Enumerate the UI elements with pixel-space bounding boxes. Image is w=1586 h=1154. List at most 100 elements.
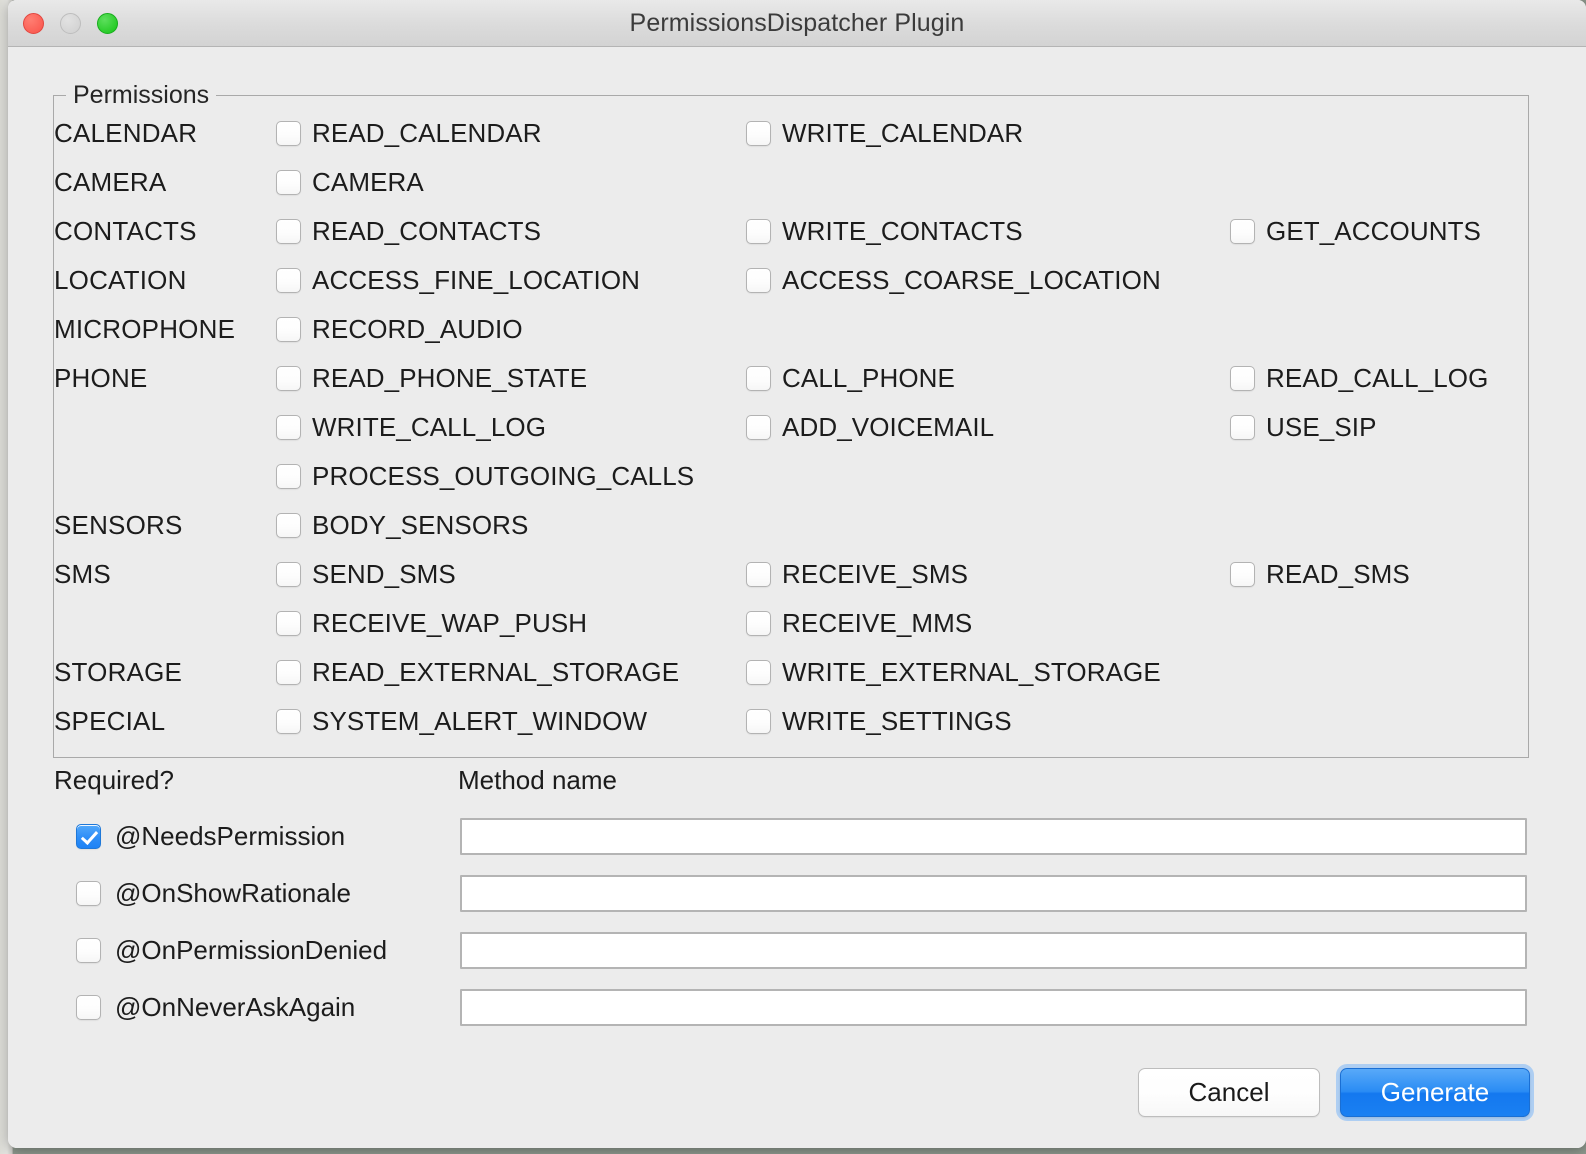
permission-checkbox-access-coarse-location[interactable]: ACCESS_COARSE_LOCATION — [746, 265, 1230, 296]
annotation-label: @OnPermissionDenied — [115, 935, 388, 965]
method-name-input-3[interactable] — [460, 932, 1527, 969]
checkbox-icon[interactable] — [276, 660, 301, 685]
permission-checkbox-get-accounts[interactable]: GET_ACCOUNTS — [1230, 216, 1520, 247]
permission-group-label: MICROPHONE — [54, 314, 236, 344]
checkbox-icon[interactable] — [1230, 415, 1255, 440]
dialog-buttons: Cancel Generate — [1138, 1068, 1530, 1117]
annotation-row: @OnPermissionDenied — [8, 922, 1586, 979]
checkbox-icon[interactable] — [76, 995, 101, 1020]
annotation-row: @OnShowRationale — [8, 865, 1586, 922]
checkbox-icon[interactable] — [1230, 219, 1255, 244]
permission-checkbox-write-call-log[interactable]: WRITE_CALL_LOG — [276, 412, 746, 443]
permission-label: PROCESS_OUTGOING_CALLS — [312, 461, 695, 491]
annotation-label: @OnShowRationale — [115, 878, 351, 908]
checkbox-icon[interactable] — [276, 611, 301, 636]
permission-checkbox-send-sms[interactable]: SEND_SMS — [276, 559, 746, 590]
cancel-button[interactable]: Cancel — [1138, 1068, 1320, 1117]
permission-checkbox-record-audio[interactable]: RECORD_AUDIO — [276, 314, 746, 345]
permission-row: WRITE_CALL_LOG ADD_VOICEMAIL USE_SIP — [54, 403, 1524, 452]
permission-checkbox-process-outgoing-calls[interactable]: PROCESS_OUTGOING_CALLS — [276, 461, 746, 492]
permission-label: BODY_SENSORS — [312, 510, 529, 540]
annotation-checkbox-onpermissiondenied[interactable]: @OnPermissionDenied — [76, 935, 387, 966]
permission-checkbox-read-external-storage[interactable]: READ_EXTERNAL_STORAGE — [276, 657, 746, 688]
window-title: PermissionsDispatcher Plugin — [629, 9, 965, 37]
permission-label: READ_CONTACTS — [312, 216, 542, 246]
checkbox-icon[interactable] — [276, 366, 301, 391]
permission-label: WRITE_CALENDAR — [782, 118, 1024, 148]
permission-label: RECEIVE_WAP_PUSH — [312, 608, 588, 638]
annotation-checkbox-onshowrationale[interactable]: @OnShowRationale — [76, 878, 351, 909]
permission-checkbox-read-sms[interactable]: READ_SMS — [1230, 559, 1520, 590]
checkbox-icon[interactable] — [76, 881, 101, 906]
checkbox-icon[interactable] — [276, 464, 301, 489]
permission-row: CALENDAR READ_CALENDAR WRITE_CALENDAR — [54, 109, 1524, 158]
checkbox-icon[interactable] — [276, 170, 301, 195]
permission-row: LOCATION ACCESS_FINE_LOCATION ACCESS_COARS… — [54, 256, 1524, 305]
permission-checkbox-receive-wap-push[interactable]: RECEIVE_WAP_PUSH — [276, 608, 746, 639]
permission-checkbox-body-sensors[interactable]: BODY_SENSORS — [276, 510, 746, 541]
checkbox-icon[interactable] — [746, 660, 771, 685]
permission-checkbox-write-contacts[interactable]: WRITE_CONTACTS — [746, 216, 1230, 247]
checkbox-icon[interactable] — [746, 268, 771, 293]
permission-label: CAMERA — [312, 167, 424, 197]
permission-checkbox-write-calendar[interactable]: WRITE_CALENDAR — [746, 118, 1230, 149]
method-name-input-1[interactable] — [460, 818, 1527, 855]
checkbox-icon[interactable] — [276, 268, 301, 293]
checkbox-icon[interactable] — [276, 121, 301, 146]
checkbox-icon[interactable] — [746, 709, 771, 734]
checkbox-icon[interactable] — [276, 562, 301, 587]
permission-checkbox-call-phone[interactable]: CALL_PHONE — [746, 363, 1230, 394]
required-column-header: Required? — [54, 765, 174, 795]
permission-label: READ_PHONE_STATE — [312, 363, 588, 393]
checkbox-icon[interactable] — [76, 824, 101, 849]
checkbox-icon[interactable] — [276, 709, 301, 734]
permission-label: GET_ACCOUNTS — [1266, 216, 1482, 246]
checkbox-icon[interactable] — [746, 121, 771, 146]
permission-group-label: CONTACTS — [54, 216, 197, 246]
permission-checkbox-use-sip[interactable]: USE_SIP — [1230, 412, 1520, 443]
annotation-row: @NeedsPermission — [8, 808, 1586, 865]
permission-checkbox-access-fine-location[interactable]: ACCESS_FINE_LOCATION — [276, 265, 746, 296]
permission-label: READ_EXTERNAL_STORAGE — [312, 657, 680, 687]
annotation-checkbox-onneveraskagain[interactable]: @OnNeverAskAgain — [76, 992, 355, 1023]
permission-checkbox-camera[interactable]: CAMERA — [276, 167, 746, 198]
permission-checkbox-read-phone-state[interactable]: READ_PHONE_STATE — [276, 363, 746, 394]
permission-row: SENSORS BODY_SENSORS — [54, 501, 1524, 550]
permission-group-label: SMS — [54, 559, 111, 589]
permission-label: WRITE_SETTINGS — [782, 706, 1012, 736]
annotation-checkbox-needspermission[interactable]: @NeedsPermission — [76, 821, 345, 852]
permission-group-label: SPECIAL — [54, 706, 166, 736]
checkbox-icon[interactable] — [1230, 366, 1255, 391]
checkbox-icon[interactable] — [746, 366, 771, 391]
checkbox-icon[interactable] — [276, 317, 301, 342]
checkbox-icon[interactable] — [746, 611, 771, 636]
permission-checkbox-write-settings[interactable]: WRITE_SETTINGS — [746, 706, 1230, 737]
permission-checkbox-read-contacts[interactable]: READ_CONTACTS — [276, 216, 746, 247]
checkbox-icon[interactable] — [76, 938, 101, 963]
permission-checkbox-system-alert-window[interactable]: SYSTEM_ALERT_WINDOW — [276, 706, 746, 737]
permission-checkbox-receive-sms[interactable]: RECEIVE_SMS — [746, 559, 1230, 590]
permissions-group-label: Permissions — [66, 81, 217, 109]
permission-checkbox-write-external-storage[interactable]: WRITE_EXTERNAL_STORAGE — [746, 657, 1230, 688]
checkbox-icon[interactable] — [746, 562, 771, 587]
checkbox-icon[interactable] — [276, 415, 301, 440]
permission-label: WRITE_CONTACTS — [782, 216, 1023, 246]
checkbox-icon[interactable] — [276, 219, 301, 244]
permissions-dispatcher-dialog: PermissionsDispatcher Plugin Permissions… — [8, 0, 1586, 1148]
permission-checkbox-read-calendar[interactable]: READ_CALENDAR — [276, 118, 746, 149]
method-name-input-2[interactable] — [460, 875, 1527, 912]
checkbox-icon[interactable] — [276, 513, 301, 538]
annotation-label: @NeedsPermission — [115, 821, 346, 851]
permission-group-label: PHONE — [54, 363, 148, 393]
permission-checkbox-receive-mms[interactable]: RECEIVE_MMS — [746, 608, 1230, 639]
permission-checkbox-read-call-log[interactable]: READ_CALL_LOG — [1230, 363, 1520, 394]
permission-label: WRITE_CALL_LOG — [312, 412, 547, 442]
generate-button[interactable]: Generate — [1340, 1068, 1530, 1117]
checkbox-icon[interactable] — [746, 219, 771, 244]
checkbox-icon[interactable] — [1230, 562, 1255, 587]
checkbox-icon[interactable] — [746, 415, 771, 440]
permission-checkbox-add-voicemail[interactable]: ADD_VOICEMAIL — [746, 412, 1230, 443]
method-name-input-4[interactable] — [460, 989, 1527, 1026]
permission-label: READ_CALL_LOG — [1266, 363, 1489, 393]
permission-label: READ_SMS — [1266, 559, 1410, 589]
